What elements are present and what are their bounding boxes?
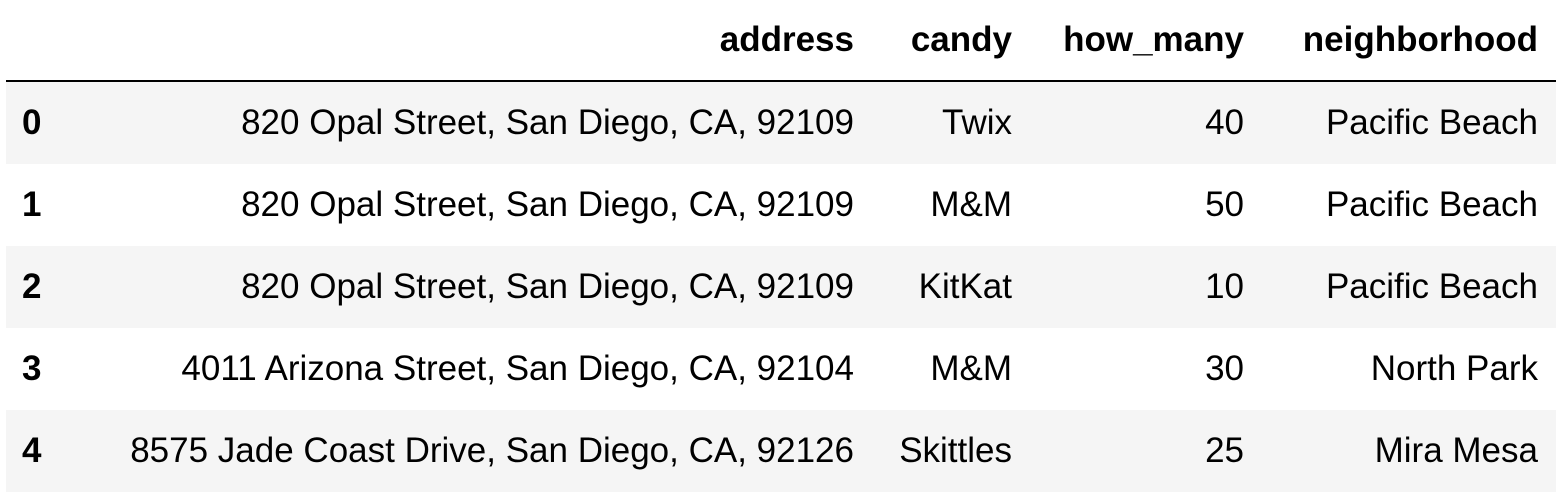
- row-index: 3: [6, 328, 64, 410]
- cell-candy: M&M: [872, 328, 1030, 410]
- cell-address: 4011 Arizona Street, San Diego, CA, 9210…: [64, 328, 872, 410]
- cell-address: 820 Opal Street, San Diego, CA, 92109: [64, 246, 872, 328]
- cell-candy: KitKat: [872, 246, 1030, 328]
- row-index: 1: [6, 164, 64, 246]
- cell-candy: Skittles: [872, 410, 1030, 492]
- header-address: address: [64, 0, 872, 82]
- row-index: 4: [6, 410, 64, 492]
- table-row: 1 820 Opal Street, San Diego, CA, 92109 …: [6, 164, 1556, 246]
- header-neighborhood: neighborhood: [1262, 0, 1556, 82]
- cell-how-many: 10: [1030, 246, 1262, 328]
- table-row: 2 820 Opal Street, San Diego, CA, 92109 …: [6, 246, 1556, 328]
- cell-neighborhood: North Park: [1262, 328, 1556, 410]
- cell-how-many: 50: [1030, 164, 1262, 246]
- dataframe-table: address candy how_many neighborhood 0 82…: [6, 0, 1556, 492]
- header-candy: candy: [872, 0, 1030, 82]
- table-header: address candy how_many neighborhood: [6, 0, 1556, 82]
- cell-neighborhood: Pacific Beach: [1262, 164, 1556, 246]
- cell-neighborhood: Pacific Beach: [1262, 81, 1556, 164]
- cell-how-many: 30: [1030, 328, 1262, 410]
- table-body: 0 820 Opal Street, San Diego, CA, 92109 …: [6, 81, 1556, 492]
- row-index: 0: [6, 81, 64, 164]
- cell-address: 820 Opal Street, San Diego, CA, 92109: [64, 81, 872, 164]
- cell-how-many: 40: [1030, 81, 1262, 164]
- cell-candy: Twix: [872, 81, 1030, 164]
- table-row: 4 8575 Jade Coast Drive, San Diego, CA, …: [6, 410, 1556, 492]
- header-how-many: how_many: [1030, 0, 1262, 82]
- cell-neighborhood: Mira Mesa: [1262, 410, 1556, 492]
- header-row: address candy how_many neighborhood: [6, 0, 1556, 82]
- cell-address: 8575 Jade Coast Drive, San Diego, CA, 92…: [64, 410, 872, 492]
- cell-neighborhood: Pacific Beach: [1262, 246, 1556, 328]
- header-index: [6, 0, 64, 82]
- table-row: 3 4011 Arizona Street, San Diego, CA, 92…: [6, 328, 1556, 410]
- row-index: 2: [6, 246, 64, 328]
- cell-how-many: 25: [1030, 410, 1262, 492]
- table-row: 0 820 Opal Street, San Diego, CA, 92109 …: [6, 81, 1556, 164]
- cell-candy: M&M: [872, 164, 1030, 246]
- cell-address: 820 Opal Street, San Diego, CA, 92109: [64, 164, 872, 246]
